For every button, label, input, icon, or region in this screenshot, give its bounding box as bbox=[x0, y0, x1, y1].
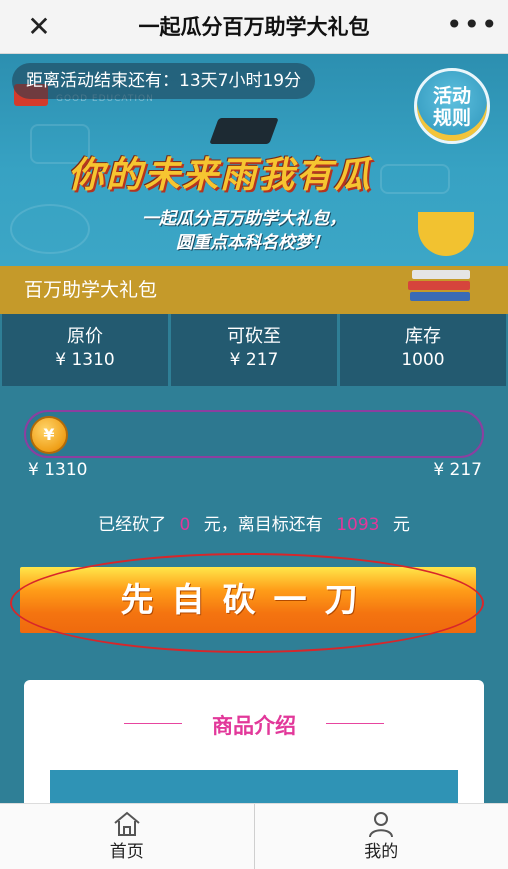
progress-end-price: ¥ 217 bbox=[433, 460, 482, 480]
stat-value: 1000 bbox=[401, 350, 445, 370]
package-title: 百万助学大礼包 bbox=[24, 279, 158, 301]
product-intro-card: 商品介绍 bbox=[24, 680, 484, 820]
bargain-status: 已经砍了 0 元，离目标还有 1093 元 bbox=[0, 510, 508, 535]
stat-original-price: 原价 ¥ 1310 bbox=[2, 314, 168, 386]
activity-rules-label: 活动规则 bbox=[432, 85, 471, 129]
page-title: 一起瓜分百万助学大礼包 bbox=[138, 15, 370, 39]
stat-value: ¥ 217 bbox=[229, 350, 279, 370]
trophy-icon bbox=[418, 212, 474, 256]
home-icon bbox=[114, 811, 140, 836]
progress-start-price: ¥ 1310 bbox=[28, 460, 88, 480]
graduation-cap-icon bbox=[209, 118, 279, 144]
bargain-amount-remaining: 1093 bbox=[336, 515, 380, 535]
activity-rules-button[interactable]: 活动规则 bbox=[414, 68, 490, 144]
top-nav-bar: ✕ 一起瓜分百万助学大礼包 ••• bbox=[0, 0, 508, 54]
user-icon bbox=[369, 812, 394, 838]
more-icon[interactable]: ••• bbox=[446, 10, 498, 44]
tab-home[interactable]: 首页 bbox=[0, 804, 254, 869]
countdown-timer: 距离活动结束还有：13天7小时19分 bbox=[12, 63, 316, 99]
banner-subtitle-line1: 一起瓜分百万助学大礼包， bbox=[142, 209, 346, 229]
activity-banner: GOOD EDUCATION 距离活动结束还有：13天7小时19分 活动规则 你… bbox=[0, 54, 508, 266]
background-doodle bbox=[380, 164, 450, 194]
stat-label: 库存 bbox=[405, 326, 441, 347]
tab-mine[interactable]: 我的 bbox=[253, 804, 508, 869]
product-intro-title: 商品介绍 bbox=[212, 714, 296, 738]
package-header: 百万助学大礼包 bbox=[0, 266, 508, 314]
banner-subtitle-line2: 圆重点本科名校梦！ bbox=[176, 233, 329, 253]
stat-value: ¥ 1310 bbox=[55, 350, 115, 370]
bargain-status-prefix: 已经砍了 bbox=[98, 515, 167, 535]
title-divider-right bbox=[326, 723, 384, 724]
tab-home-label: 首页 bbox=[109, 842, 144, 862]
bottom-tab-bar: 首页 我的 bbox=[0, 803, 508, 869]
tab-mine-label: 我的 bbox=[364, 842, 399, 862]
close-icon[interactable]: ✕ bbox=[22, 10, 56, 44]
bargain-status-suffix: 元 bbox=[392, 515, 410, 535]
stat-label: 原价 bbox=[67, 326, 103, 347]
books-icon bbox=[408, 270, 472, 302]
stat-target-price: 可砍至 ¥ 217 bbox=[171, 314, 337, 386]
price-stats: 原价 ¥ 1310 可砍至 ¥ 217 库存 1000 bbox=[2, 314, 506, 386]
self-bargain-button[interactable]: 先自砍一刀 bbox=[20, 567, 476, 633]
coin-icon: ¥ bbox=[30, 416, 68, 454]
bargain-amount-cut: 0 bbox=[179, 515, 191, 535]
stat-stock: 库存 1000 bbox=[340, 314, 506, 386]
bargain-progress-bar: ¥ bbox=[24, 410, 484, 458]
background-doodle bbox=[10, 204, 90, 254]
stat-label: 可砍至 bbox=[227, 326, 281, 347]
banner-slogan: 你的未来雨我有瓜 bbox=[68, 155, 373, 196]
bargain-status-middle: 元，离目标还有 bbox=[203, 515, 323, 535]
